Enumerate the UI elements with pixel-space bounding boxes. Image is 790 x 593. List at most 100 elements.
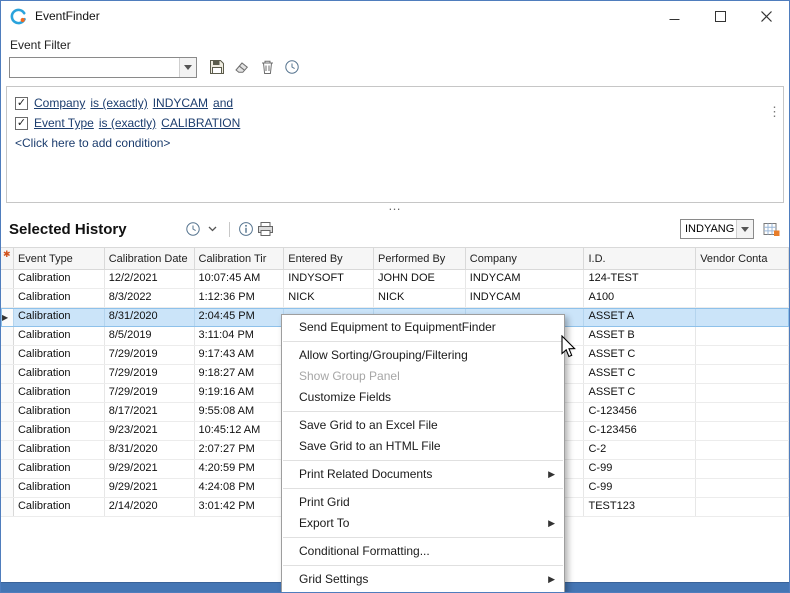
- grid-cell[interactable]: 2:04:45 PM: [195, 308, 285, 326]
- user-combo-dropdown-icon[interactable]: [736, 220, 753, 238]
- menu-item[interactable]: Print Related Documents▶: [282, 464, 564, 485]
- grid-cell[interactable]: Calibration: [14, 403, 105, 421]
- event-filter-combobox[interactable]: [9, 57, 197, 78]
- condition-checkbox[interactable]: ✓: [15, 117, 28, 130]
- user-combobox[interactable]: INDYANG: [680, 219, 754, 239]
- grid-cell[interactable]: 8/31/2020: [105, 441, 195, 459]
- grid-cell[interactable]: 9/29/2021: [105, 479, 195, 497]
- grid-cell[interactable]: 124-TEST: [584, 270, 696, 288]
- grid-cell[interactable]: Calibration: [14, 365, 105, 383]
- grid-cell[interactable]: Calibration: [14, 308, 105, 326]
- grid-cell[interactable]: ASSET B: [584, 327, 696, 345]
- grid-cell[interactable]: C-99: [584, 460, 696, 478]
- grid-cell[interactable]: 2/14/2020: [105, 498, 195, 516]
- grid-cell[interactable]: 4:20:59 PM: [195, 460, 285, 478]
- grid-cell[interactable]: C-99: [584, 479, 696, 497]
- grid-cell[interactable]: [696, 441, 789, 459]
- grid-cell[interactable]: 10:45:12 AM: [195, 422, 285, 440]
- grid-cell[interactable]: Calibration: [14, 422, 105, 440]
- delete-filter-button[interactable]: [256, 56, 278, 78]
- grid-cell[interactable]: 12/2/2021: [105, 270, 195, 288]
- grid-cell[interactable]: [696, 289, 789, 307]
- grid-cell[interactable]: 9/23/2021: [105, 422, 195, 440]
- condition-link[interactable]: Company: [34, 96, 85, 110]
- grid-cell[interactable]: A100: [584, 289, 696, 307]
- grid-cell[interactable]: Calibration: [14, 479, 105, 497]
- condition-link[interactable]: CALIBRATION: [161, 116, 240, 130]
- grid-cell[interactable]: Calibration: [14, 384, 105, 402]
- grid-cell[interactable]: [696, 479, 789, 497]
- grid-cell[interactable]: 7/29/2019: [105, 365, 195, 383]
- menu-item[interactable]: Save Grid to an Excel File: [282, 415, 564, 436]
- menu-item[interactable]: Allow Sorting/Grouping/Filtering: [282, 345, 564, 366]
- grid-cell[interactable]: Calibration: [14, 441, 105, 459]
- grid-cell[interactable]: 9:18:27 AM: [195, 365, 285, 383]
- condition-link[interactable]: and: [213, 96, 233, 110]
- column-header[interactable]: Vendor Conta: [696, 248, 789, 269]
- column-header[interactable]: Performed By: [374, 248, 466, 269]
- menu-item[interactable]: Grid Settings▶: [282, 569, 564, 590]
- maximize-button[interactable]: [697, 1, 743, 31]
- clear-filter-button[interactable]: [231, 56, 253, 78]
- grid-cell[interactable]: C-123456: [584, 403, 696, 421]
- grid-cell[interactable]: Calibration: [14, 460, 105, 478]
- grid-cell[interactable]: ASSET A: [584, 308, 696, 326]
- grid-cell[interactable]: 8/31/2020: [105, 308, 195, 326]
- grid-cell[interactable]: C-123456: [584, 422, 696, 440]
- menu-item[interactable]: Send Equipment to EquipmentFinder: [282, 317, 564, 338]
- grid-cell[interactable]: ASSET C: [584, 346, 696, 364]
- grid-cell[interactable]: Calibration: [14, 270, 105, 288]
- condition-checkbox[interactable]: ✓: [15, 97, 28, 110]
- column-header[interactable]: Calibration Tir: [195, 248, 285, 269]
- condition-link[interactable]: is (exactly): [99, 116, 156, 130]
- add-condition-link[interactable]: <Click here to add condition>: [15, 136, 775, 150]
- grid-cell[interactable]: [696, 384, 789, 402]
- condition-link[interactable]: INDYCAM: [153, 96, 208, 110]
- close-button[interactable]: [743, 1, 789, 31]
- grid-cell[interactable]: 3:11:04 PM: [195, 327, 285, 345]
- grid-cell[interactable]: 8/3/2022: [105, 289, 195, 307]
- column-header[interactable]: Event Type: [14, 248, 105, 269]
- grid-cell[interactable]: 8/17/2021: [105, 403, 195, 421]
- grid-cell[interactable]: 9:19:16 AM: [195, 384, 285, 402]
- grid-cell[interactable]: INDYCAM: [466, 289, 585, 307]
- column-header[interactable]: I.D.: [584, 248, 696, 269]
- panel-resize-handle-bottom[interactable]: …: [1, 203, 789, 213]
- panel-resize-handle-right[interactable]: ⋮: [768, 109, 781, 115]
- grid-cell[interactable]: 1:12:36 PM: [195, 289, 285, 307]
- column-header[interactable]: Entered By: [284, 248, 374, 269]
- grid-cell[interactable]: INDYSOFT: [284, 270, 374, 288]
- filter-history-button[interactable]: [281, 56, 303, 78]
- grid-cell[interactable]: 10:07:45 AM: [195, 270, 285, 288]
- menu-item[interactable]: Export To▶: [282, 513, 564, 534]
- grid-cell[interactable]: 2:07:27 PM: [195, 441, 285, 459]
- grid-cell[interactable]: 9:17:43 AM: [195, 346, 285, 364]
- grid-cell[interactable]: TEST123: [584, 498, 696, 516]
- column-header[interactable]: Calibration Date: [105, 248, 195, 269]
- grid-cell[interactable]: NICK: [374, 289, 466, 307]
- column-header[interactable]: Company: [466, 248, 585, 269]
- grid-cell[interactable]: Calibration: [14, 327, 105, 345]
- grid-cell[interactable]: Calibration: [14, 289, 105, 307]
- grid-cell[interactable]: Calibration: [14, 498, 105, 516]
- grid-cell[interactable]: INDYCAM: [466, 270, 585, 288]
- grid-cell[interactable]: [696, 270, 789, 288]
- condition-link[interactable]: Event Type: [34, 116, 94, 130]
- table-row[interactable]: Calibration12/2/202110:07:45 AMINDYSOFTJ…: [1, 270, 789, 289]
- history-clock-button[interactable]: [183, 219, 203, 239]
- grid-cell[interactable]: Calibration: [14, 346, 105, 364]
- grid-cell[interactable]: ASSET C: [584, 384, 696, 402]
- grid-layout-button[interactable]: [761, 219, 781, 239]
- grid-cell[interactable]: [696, 346, 789, 364]
- print-button[interactable]: [256, 219, 276, 239]
- grid-cell[interactable]: 7/29/2019: [105, 384, 195, 402]
- grid-cell[interactable]: [696, 327, 789, 345]
- grid-cell[interactable]: ASSET C: [584, 365, 696, 383]
- grid-cell[interactable]: [696, 422, 789, 440]
- grid-cell[interactable]: JOHN DOE: [374, 270, 466, 288]
- grid-cell[interactable]: [696, 498, 789, 516]
- grid-cell[interactable]: 4:24:08 PM: [195, 479, 285, 497]
- menu-item[interactable]: Customize Fields: [282, 387, 564, 408]
- combo-dropdown-icon[interactable]: [179, 58, 196, 77]
- grid-cell[interactable]: 3:01:42 PM: [195, 498, 285, 516]
